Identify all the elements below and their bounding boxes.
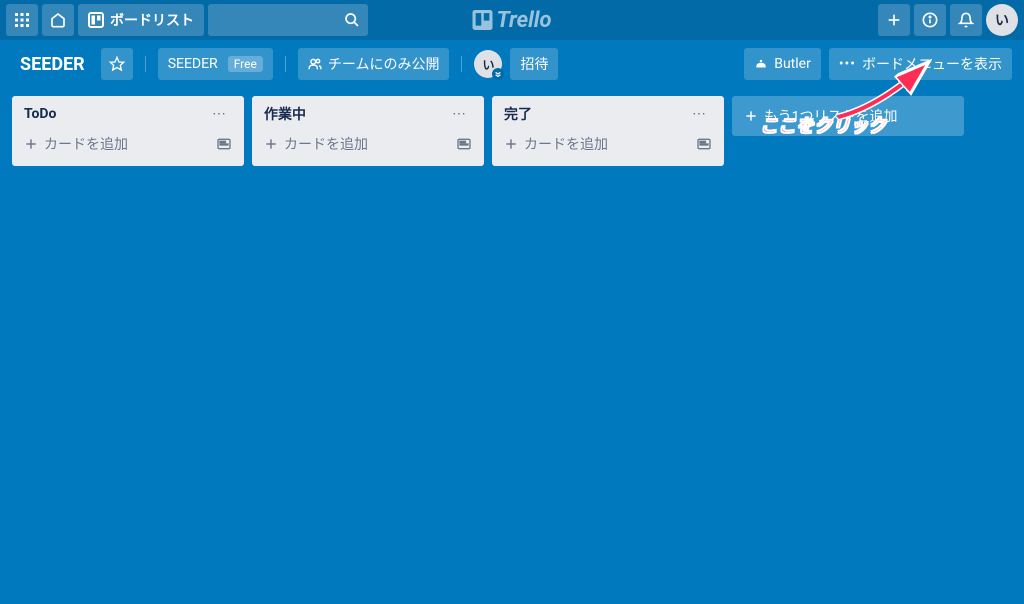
add-card-button[interactable]: カードを追加 bbox=[20, 130, 212, 158]
top-header: ボードリスト Trello い bbox=[0, 0, 1024, 40]
add-card-label: カードを追加 bbox=[44, 134, 128, 154]
search-input[interactable] bbox=[208, 4, 368, 36]
plus-icon bbox=[886, 12, 902, 28]
list-menu-button[interactable]: ⋯ bbox=[446, 104, 472, 124]
template-icon bbox=[696, 136, 712, 152]
add-list-label: もう1つリストを追加 bbox=[764, 106, 897, 126]
home-button[interactable] bbox=[42, 4, 74, 36]
card-template-button[interactable] bbox=[692, 132, 716, 156]
list-menu-button[interactable]: ⋯ bbox=[686, 104, 712, 124]
notifications-button[interactable] bbox=[950, 4, 982, 36]
invite-button[interactable]: 招待 bbox=[510, 48, 558, 80]
create-button[interactable] bbox=[878, 4, 910, 36]
list-menu-button[interactable]: ⋯ bbox=[206, 104, 232, 124]
ellipsis-icon: ••• bbox=[839, 56, 856, 72]
card-template-button[interactable] bbox=[212, 132, 236, 156]
boards-button[interactable]: ボードリスト bbox=[78, 4, 204, 36]
template-icon bbox=[456, 136, 472, 152]
home-icon bbox=[50, 12, 66, 28]
board-canvas: ToDo ⋯ カードを追加 作業中 ⋯ カードを追加 bbox=[0, 88, 1024, 174]
bell-icon bbox=[958, 12, 974, 28]
avatar-initial: い bbox=[995, 10, 1009, 30]
show-menu-label: ボードメニューを表示 bbox=[862, 54, 1002, 74]
star-button[interactable] bbox=[101, 48, 133, 80]
grid-icon bbox=[14, 12, 30, 28]
user-avatar[interactable]: い bbox=[986, 4, 1018, 36]
template-icon bbox=[216, 136, 232, 152]
team-icon bbox=[308, 57, 322, 71]
plus-icon bbox=[264, 137, 278, 151]
board-member-avatar[interactable]: い bbox=[474, 50, 502, 78]
board-title[interactable]: SEEDER bbox=[12, 54, 93, 75]
plus-icon bbox=[744, 109, 758, 123]
list: 作業中 ⋯ カードを追加 bbox=[252, 96, 484, 166]
trello-board-icon bbox=[88, 12, 104, 28]
boards-button-label: ボードリスト bbox=[110, 10, 194, 30]
add-card-button[interactable]: カードを追加 bbox=[500, 130, 692, 158]
visibility-button[interactable]: チームにのみ公開 bbox=[298, 48, 450, 80]
team-button[interactable]: SEEDER Free bbox=[158, 48, 273, 80]
add-card-button[interactable]: カードを追加 bbox=[260, 130, 452, 158]
logo-text: Trello bbox=[497, 8, 552, 33]
list-title[interactable]: 作業中 bbox=[264, 104, 306, 124]
butler-icon bbox=[754, 57, 768, 71]
plus-icon bbox=[24, 137, 38, 151]
add-card-label: カードを追加 bbox=[284, 134, 368, 154]
butler-button[interactable]: Butler bbox=[744, 48, 821, 80]
info-icon bbox=[922, 12, 938, 28]
team-name: SEEDER bbox=[168, 56, 218, 72]
board-header: SEEDER SEEDER Free チームにのみ公開 い 招待 Butler … bbox=[0, 40, 1024, 88]
butler-label: Butler bbox=[774, 56, 811, 72]
visibility-label: チームにのみ公開 bbox=[328, 54, 440, 74]
list: ToDo ⋯ カードを追加 bbox=[12, 96, 244, 166]
apps-button[interactable] bbox=[6, 4, 38, 36]
add-list-button[interactable]: もう1つリストを追加 bbox=[732, 96, 964, 136]
card-template-button[interactable] bbox=[452, 132, 476, 156]
show-menu-button[interactable]: ••• ボードメニューを表示 bbox=[829, 48, 1012, 80]
star-icon bbox=[109, 56, 125, 72]
plus-icon bbox=[504, 137, 518, 151]
search-icon bbox=[344, 12, 360, 28]
admin-badge-icon bbox=[492, 68, 504, 80]
invite-label: 招待 bbox=[520, 54, 548, 74]
info-button[interactable] bbox=[914, 4, 946, 36]
team-plan-badge: Free bbox=[228, 56, 263, 72]
trello-logo-icon bbox=[473, 10, 493, 30]
logo[interactable]: Trello bbox=[473, 8, 552, 33]
add-card-label: カードを追加 bbox=[524, 134, 608, 154]
list-title[interactable]: ToDo bbox=[24, 106, 56, 122]
list: 完了 ⋯ カードを追加 bbox=[492, 96, 724, 166]
list-title[interactable]: 完了 bbox=[504, 104, 532, 124]
